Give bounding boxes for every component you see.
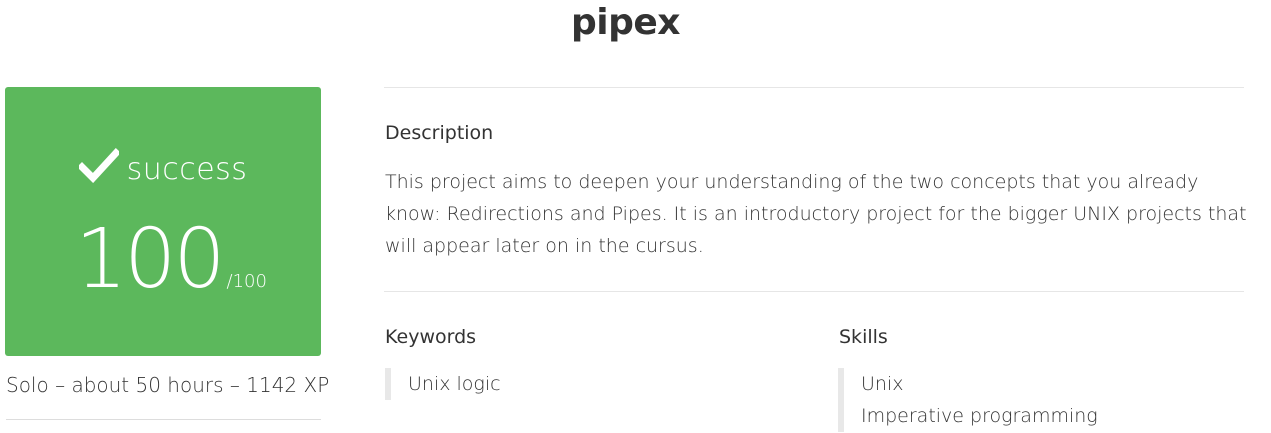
keywords-heading: Keywords [385, 326, 477, 348]
keywords-list: Unix logic [385, 368, 501, 400]
checkmark-icon [76, 147, 121, 184]
project-meta: Solo – about 50 hours – 1142 XP [6, 373, 330, 397]
status-row: success [5, 147, 321, 189]
description-text: This project aims to deepen your underst… [385, 171, 1247, 257]
score-row: 100/100 [75, 215, 315, 305]
divider-top [384, 87, 1244, 88]
keyword-item: Unix logic [408, 373, 501, 395]
skills-heading: Skills [839, 326, 888, 348]
skill-item: Imperative programming [861, 405, 1098, 427]
description-heading: Description [385, 122, 494, 144]
status-label: success [126, 151, 248, 187]
score-max: /100 [226, 271, 267, 292]
project-title: pipex [570, 2, 681, 43]
divider-middle [384, 291, 1244, 292]
score-card: success 100/100 [5, 87, 321, 356]
meta-divider [6, 419, 321, 420]
skill-item: Unix [861, 373, 904, 395]
score-value: 100 [75, 212, 226, 307]
skills-list: Unix Imperative programming [838, 368, 1098, 432]
